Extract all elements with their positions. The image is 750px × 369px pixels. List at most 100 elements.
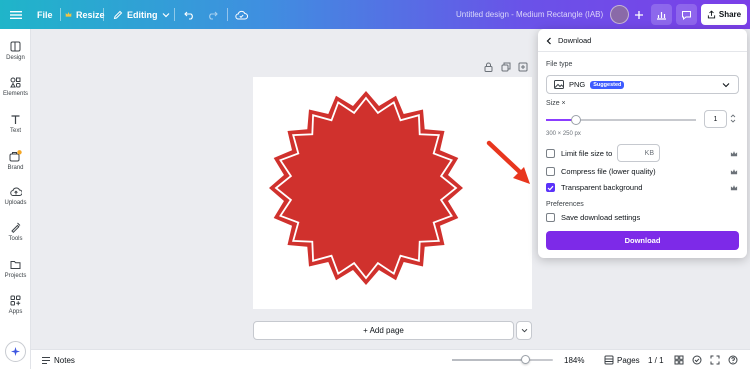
sidebar-item-elements[interactable]: Elements bbox=[0, 75, 31, 109]
plus-icon bbox=[634, 10, 643, 19]
sidebar-item-projects[interactable]: Projects bbox=[0, 257, 31, 291]
page-tools bbox=[484, 62, 528, 72]
zoom-label: 184% bbox=[564, 355, 585, 365]
chevron-down-icon bbox=[722, 82, 730, 87]
grid-icon bbox=[674, 355, 684, 365]
design-icon bbox=[10, 41, 21, 52]
elements-icon bbox=[10, 77, 21, 88]
share-button[interactable]: Share bbox=[701, 4, 747, 25]
sidebar-item-design[interactable]: Design bbox=[0, 39, 31, 73]
check-button[interactable] bbox=[692, 350, 702, 369]
sidebar-item-label: Uploads bbox=[4, 200, 27, 206]
help-button[interactable] bbox=[728, 350, 738, 369]
fullscreen-button[interactable] bbox=[710, 350, 720, 369]
zoom-slider-thumb[interactable] bbox=[520, 355, 530, 364]
duplicate-icon[interactable] bbox=[501, 62, 511, 72]
save-settings-checkbox[interactable] bbox=[546, 213, 555, 222]
menu-button[interactable] bbox=[10, 0, 22, 29]
size-multiplier-input[interactable]: 1 bbox=[704, 110, 727, 128]
avatar[interactable] bbox=[610, 5, 629, 24]
divider bbox=[538, 51, 747, 52]
hamburger-icon bbox=[10, 10, 22, 19]
starburst-badge[interactable] bbox=[253, 77, 532, 309]
sidebar-item-label: Tools bbox=[8, 236, 23, 242]
limit-file-size-row[interactable]: Limit file size to bbox=[546, 149, 612, 158]
divider bbox=[103, 8, 104, 21]
download-header[interactable]: Download bbox=[546, 36, 591, 45]
zoom-level[interactable]: 184% bbox=[564, 350, 584, 369]
save-settings-row[interactable]: Save download settings bbox=[546, 213, 640, 222]
cloud-check-icon bbox=[235, 10, 248, 19]
pages-label: Pages bbox=[617, 355, 640, 365]
brand-icon bbox=[9, 150, 22, 162]
editing-mode-button[interactable]: Editing bbox=[113, 0, 170, 29]
divider bbox=[174, 8, 175, 21]
download-button[interactable]: Download bbox=[546, 231, 739, 250]
apps-icon bbox=[10, 295, 21, 306]
limit-file-size-checkbox[interactable] bbox=[546, 149, 555, 158]
compress-file-checkbox[interactable] bbox=[546, 167, 555, 176]
file-type-label: File type bbox=[546, 61, 573, 68]
artboard[interactable] bbox=[253, 77, 532, 309]
back-chevron-icon[interactable] bbox=[546, 37, 552, 45]
sidebar-item-apps[interactable]: Apps bbox=[0, 293, 31, 327]
transparent-background-row[interactable]: Transparent background bbox=[546, 183, 642, 192]
compress-file-row[interactable]: Compress file (lower quality) bbox=[546, 167, 656, 176]
redo-icon bbox=[209, 11, 218, 20]
suggested-badge: Suggested bbox=[590, 80, 625, 89]
tools-icon bbox=[11, 222, 21, 233]
image-icon bbox=[554, 80, 564, 89]
chevron-down-icon bbox=[521, 328, 527, 333]
resize-button[interactable]: Resize bbox=[65, 0, 105, 29]
sidebar-item-text[interactable]: Text bbox=[0, 112, 31, 146]
insights-button[interactable] bbox=[651, 4, 672, 25]
sidebar-item-tools[interactable]: Tools bbox=[0, 220, 31, 254]
left-sidebar: Design Elements Text Brand Uploads Tools… bbox=[0, 29, 31, 369]
transparent-background-checkbox[interactable] bbox=[546, 183, 555, 192]
pages-button[interactable]: Pages bbox=[604, 350, 640, 369]
sidebar-item-label: Brand bbox=[7, 165, 24, 171]
sidebar-item-label: Text bbox=[9, 128, 21, 134]
size-multiplier-value: 1 bbox=[713, 115, 718, 123]
preferences-label: Preferences bbox=[546, 201, 584, 208]
redo-button[interactable] bbox=[207, 0, 218, 29]
grid-view-button[interactable] bbox=[674, 350, 684, 369]
annotation-arrow bbox=[486, 140, 530, 184]
share-label: Share bbox=[718, 10, 742, 19]
chevron-down-icon bbox=[162, 12, 169, 17]
size-label: Size × bbox=[546, 100, 566, 107]
zoom-slider[interactable] bbox=[452, 355, 553, 364]
file-size-input[interactable]: KB bbox=[617, 144, 660, 162]
magic-assistant-button[interactable] bbox=[5, 341, 26, 362]
add-page-menu-button[interactable] bbox=[516, 321, 532, 340]
panel-title: Download bbox=[558, 36, 592, 45]
document-title[interactable]: Untitled design - Medium Rectangle (IAB) bbox=[456, 0, 603, 29]
size-slider-thumb[interactable] bbox=[571, 115, 581, 125]
add-page-icon[interactable] bbox=[518, 62, 528, 72]
top-bar: File Resize Editing Untitled design - Me… bbox=[0, 0, 750, 29]
add-page-button[interactable]: + Add page bbox=[253, 321, 514, 340]
divider bbox=[227, 8, 228, 21]
notes-button[interactable]: Notes bbox=[41, 350, 75, 369]
crown-icon bbox=[730, 185, 738, 191]
stepper-icon[interactable] bbox=[730, 113, 736, 124]
undo-button[interactable] bbox=[184, 0, 195, 29]
sparkle-icon bbox=[11, 347, 20, 356]
compress-file-label: Compress file (lower quality) bbox=[561, 167, 656, 176]
help-icon bbox=[728, 355, 738, 365]
crown-icon bbox=[65, 12, 72, 17]
comment-icon bbox=[682, 10, 691, 20]
dimensions-text: 300 × 250 px bbox=[546, 131, 581, 137]
invite-button[interactable] bbox=[628, 4, 649, 25]
lock-icon[interactable] bbox=[484, 62, 493, 72]
sidebar-item-uploads[interactable]: Uploads bbox=[0, 184, 31, 218]
comments-button[interactable] bbox=[676, 4, 697, 25]
page-count: 1 / 1 bbox=[648, 355, 664, 365]
save-settings-label: Save download settings bbox=[561, 213, 641, 222]
sidebar-item-brand[interactable]: Brand bbox=[0, 148, 31, 182]
file-type-select[interactable]: PNG Suggested bbox=[546, 75, 739, 94]
file-menu-button[interactable]: File bbox=[37, 0, 53, 29]
cloud-save-button[interactable] bbox=[235, 0, 248, 29]
size-slider[interactable] bbox=[546, 115, 696, 125]
page-counter: 1 / 1 bbox=[648, 350, 664, 369]
